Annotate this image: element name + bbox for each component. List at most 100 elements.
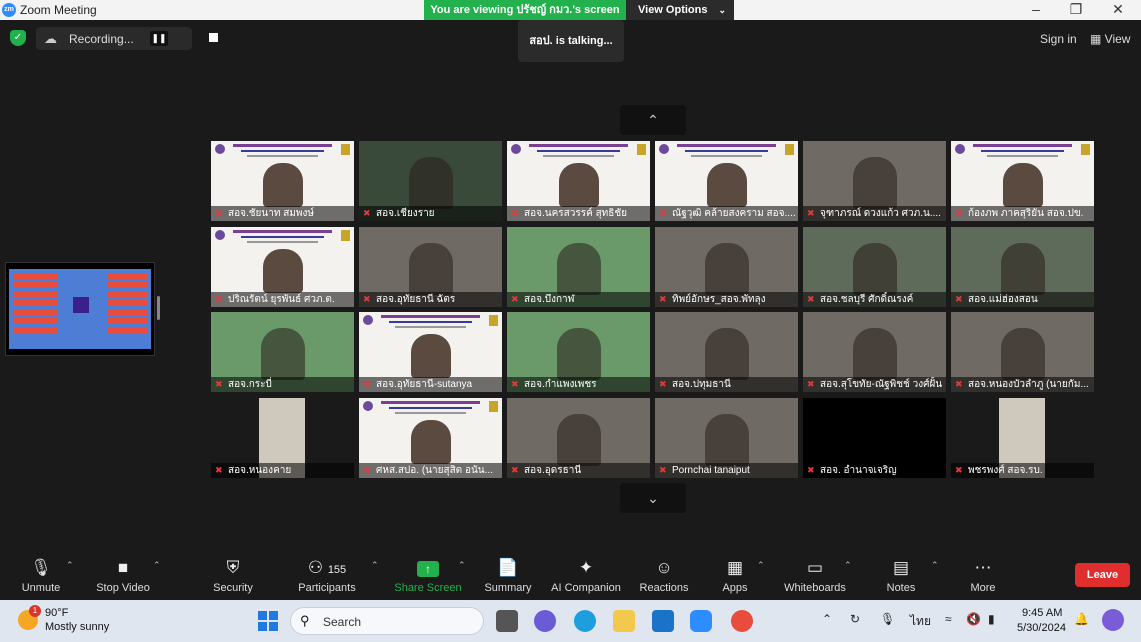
participant-video bbox=[409, 157, 453, 209]
gallery-up-button[interactable]: ⌃ bbox=[620, 105, 686, 135]
security-button[interactable]: ⛨ Security bbox=[205, 550, 261, 600]
pause-recording-button[interactable]: ❚❚ bbox=[150, 31, 168, 46]
participant-tile[interactable]: Pornchai tanaiput ✖ bbox=[655, 398, 798, 478]
participant-tile[interactable]: สอจ.นครสวรรค์ สุทธิชัย ✖ bbox=[507, 141, 650, 221]
participant-tile[interactable]: ก้องภพ ภาคสุริยัน สอจ.ปข. ✖ bbox=[951, 141, 1094, 221]
stop-recording-button[interactable] bbox=[209, 33, 218, 42]
participant-tile[interactable]: จุฑาภรณ์ ดวงแก้ว ศวภ.น.... ✖ bbox=[803, 141, 946, 221]
tray-overflow-icon[interactable]: ⌃ bbox=[822, 612, 832, 626]
sign-in-link[interactable]: Sign in bbox=[1040, 32, 1077, 46]
weather-temp[interactable]: 90°F bbox=[45, 607, 68, 619]
file-explorer-icon[interactable] bbox=[613, 610, 635, 632]
participant-name: ปริณรัตน์ ยุรพันธ์ ศวภ.ต. bbox=[211, 292, 354, 307]
ai-companion-button[interactable]: ✦ AI Companion bbox=[548, 550, 624, 600]
whiteboards-options-caret[interactable]: ⌃ bbox=[844, 560, 852, 571]
thumbnail-resize-handle[interactable] bbox=[157, 296, 160, 320]
maximize-icon[interactable]: ❐ bbox=[1066, 1, 1086, 18]
participant-tile[interactable]: สอจ.กระบี่ ✖ bbox=[211, 312, 354, 392]
sync-icon[interactable]: ↻ bbox=[850, 612, 860, 626]
whiteboards-button[interactable]: ▭ Whiteboards bbox=[778, 550, 852, 600]
slide-decoration bbox=[233, 230, 332, 233]
participant-tile[interactable]: สอจ.ปทุมธานี ✖ bbox=[655, 312, 798, 392]
participant-tile[interactable]: สอจ.หนองบัวลำภู (นายกัม... ✖ bbox=[951, 312, 1094, 392]
summary-button[interactable]: 📄 Summary bbox=[478, 550, 538, 600]
participant-video bbox=[263, 249, 303, 293]
participant-tile[interactable]: สอจ.ชัยนาท สมพงษ์ ✖ bbox=[211, 141, 354, 221]
video-options-caret[interactable]: ⌃ bbox=[153, 560, 161, 571]
zoom-app-icon[interactable] bbox=[690, 610, 712, 632]
participants-button[interactable]: ⚇ 155 Participants bbox=[292, 550, 362, 600]
slide-decoration bbox=[389, 321, 472, 323]
participant-tile[interactable]: สอจ.สุโขทัย-ณัฐพิชช์ วงศ์ฝั้น ✖ bbox=[803, 312, 946, 392]
copilot-icon[interactable] bbox=[1102, 609, 1124, 631]
language-indicator[interactable]: ไทย bbox=[910, 612, 931, 631]
clock-date[interactable]: 5/30/2024 bbox=[1017, 622, 1066, 634]
speaker-muted-icon[interactable]: 🔇 bbox=[966, 612, 981, 626]
apps-button[interactable]: ▦ Apps bbox=[710, 550, 760, 600]
weather-condition[interactable]: Mostly sunny bbox=[45, 621, 109, 633]
participant-tile[interactable]: ณัฐวุฒิ คล้ายสงคราม สอจ.... ✖ bbox=[655, 141, 798, 221]
view-options-button[interactable]: View Options ⌄ bbox=[626, 0, 734, 20]
minimize-icon[interactable]: – bbox=[1026, 1, 1046, 17]
leave-button[interactable]: Leave bbox=[1075, 563, 1130, 587]
share-options-caret[interactable]: ⌃ bbox=[458, 560, 466, 571]
notes-options-caret[interactable]: ⌃ bbox=[931, 560, 939, 571]
close-icon[interactable]: ✕ bbox=[1108, 1, 1128, 18]
slide-decoration bbox=[395, 412, 466, 414]
participant-tile[interactable]: พชรพงศ์ สอจ.รบ. ✖ bbox=[951, 398, 1094, 478]
video-gallery: สอจ.ชัยนาท สมพงษ์ ✖ สอจ.เชียงราย ✖ สอจ.นครสว… bbox=[211, 141, 1095, 479]
shared-screen-thumbnail[interactable] bbox=[5, 262, 155, 356]
viewing-screen-banner: You are viewing ปรัชญ์ กมว.'s screen bbox=[424, 0, 626, 20]
participant-tile[interactable]: สอจ.ชลบุรี ศักดิ์ณรงค์ ✖ bbox=[803, 227, 946, 307]
participant-tile[interactable]: สอจ.หนองคาย ✖ bbox=[211, 398, 354, 478]
slide-decoration bbox=[363, 401, 373, 411]
participant-tile[interactable]: ศหส.สปอ. (นายสุสิต อนัน... ✖ bbox=[359, 398, 502, 478]
shared-screen-content bbox=[9, 269, 151, 349]
wifi-icon[interactable]: ≈ bbox=[945, 612, 952, 626]
slide-decoration bbox=[511, 144, 521, 154]
muted-mic-icon: ✖ bbox=[807, 294, 815, 304]
view-button[interactable]: ▦ View bbox=[1090, 32, 1130, 46]
slide-decoration bbox=[381, 401, 480, 404]
participant-tile[interactable]: ปริณรัตน์ ยุรพันธ์ ศวภ.ต. ✖ bbox=[211, 227, 354, 307]
participant-tile[interactable]: สอจ.อุทัยธานี ฉัตร ✖ bbox=[359, 227, 502, 307]
participant-tile[interactable]: สอจ.เชียงราย ✖ bbox=[359, 141, 502, 221]
notification-bell-icon[interactable]: 🔔 bbox=[1074, 612, 1089, 626]
task-view-icon[interactable] bbox=[496, 610, 518, 632]
unmute-button[interactable]: 🎙 Unmute bbox=[10, 550, 72, 600]
gallery-down-button[interactable]: ⌄ bbox=[620, 483, 686, 513]
encryption-shield-icon[interactable]: ✓ bbox=[10, 30, 26, 46]
more-button[interactable]: ⋯ More bbox=[960, 550, 1006, 600]
reactions-button[interactable]: ☺ Reactions bbox=[634, 550, 694, 600]
microphone-tray-icon[interactable]: 🎙 bbox=[880, 612, 895, 626]
participant-tile[interactable]: สอจ. อำนาจเจริญ ✖ bbox=[803, 398, 946, 478]
participant-tile[interactable]: ทิพย์อักษร_สอจ.พัทลุง ✖ bbox=[655, 227, 798, 307]
notes-button[interactable]: ▤ Notes bbox=[876, 550, 926, 600]
apps-options-caret[interactable]: ⌃ bbox=[757, 560, 765, 571]
taskbar-search-box[interactable]: ⚲ Search bbox=[290, 607, 484, 635]
chrome-icon[interactable] bbox=[731, 610, 753, 632]
windows-start-icon[interactable] bbox=[258, 611, 278, 631]
participant-tile[interactable]: สอจ.บึงกาฬ ✖ bbox=[507, 227, 650, 307]
slide-decoration bbox=[241, 150, 324, 152]
edge-browser-icon[interactable] bbox=[574, 610, 596, 632]
slide-decoration bbox=[659, 144, 669, 154]
slide-decoration bbox=[363, 315, 373, 325]
slide-decoration bbox=[247, 241, 318, 243]
stop-video-label: Stop Video bbox=[96, 582, 150, 594]
teams-chat-icon[interactable] bbox=[534, 610, 556, 632]
share-screen-button[interactable]: ↑ Share Screen bbox=[392, 550, 464, 600]
muted-mic-icon: ✖ bbox=[363, 465, 371, 475]
slide-decoration bbox=[489, 401, 498, 412]
audio-options-caret[interactable]: ⌃ bbox=[66, 560, 74, 571]
participant-tile[interactable]: สอจ.กำแพงเพชร ✖ bbox=[507, 312, 650, 392]
mail-icon[interactable] bbox=[652, 610, 674, 632]
participant-video bbox=[853, 243, 897, 295]
participant-tile[interactable]: สอจ.อุดรธานี ✖ bbox=[507, 398, 650, 478]
participants-options-caret[interactable]: ⌃ bbox=[371, 560, 379, 571]
battery-icon[interactable]: ▮ bbox=[988, 612, 995, 626]
participant-tile[interactable]: สอจ.อุทัยธานี-sutanya ✖ bbox=[359, 312, 502, 392]
clock-time[interactable]: 9:45 AM bbox=[1022, 607, 1062, 619]
participant-tile[interactable]: สอจ.แม่ฮ่องสอน ✖ bbox=[951, 227, 1094, 307]
stop-video-button[interactable]: ■ Stop Video bbox=[88, 550, 158, 600]
